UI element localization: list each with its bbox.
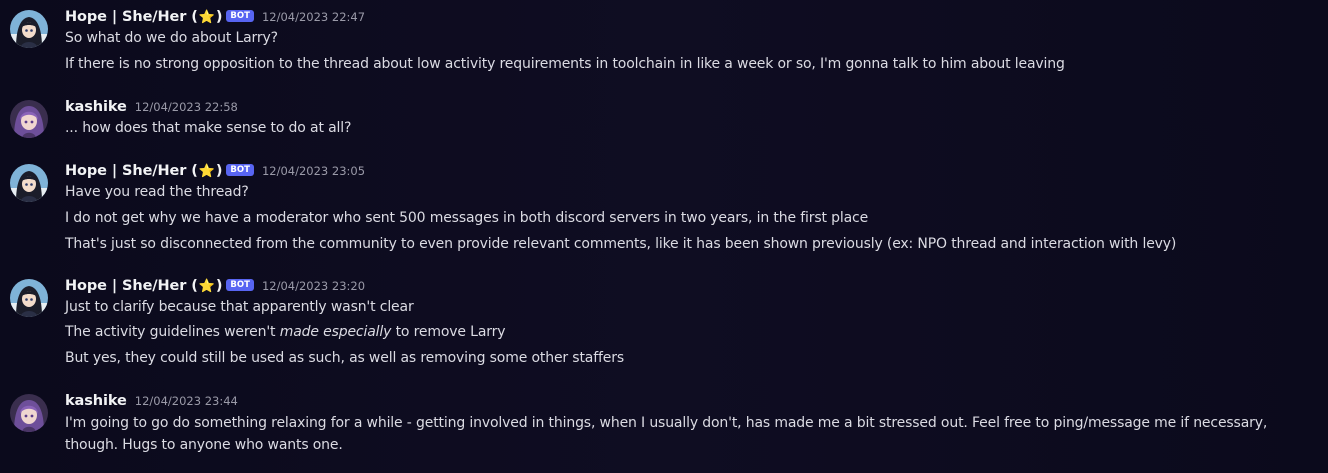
message-text: Have you read the thread? — [65, 184, 249, 200]
timestamp[interactable]: 12/04/2023 23:05 — [262, 164, 365, 178]
star-icon: ⭐ — [198, 279, 215, 294]
message-group: Hope | She/Her (⭐) BOT 12/04/2023 23:05 … — [0, 160, 1328, 256]
username[interactable]: Hope | She/Her (⭐) — [65, 163, 223, 179]
avatar[interactable] — [10, 394, 48, 432]
username[interactable]: Hope | She/Her (⭐) — [65, 9, 223, 25]
message-header: Hope | She/Her (⭐) BOT 12/04/2023 23:20 — [65, 275, 365, 297]
avatar[interactable] — [10, 10, 48, 48]
message-text: If there is no strong opposition to the … — [65, 56, 1065, 72]
username[interactable]: kashike — [65, 393, 127, 409]
username[interactable]: Hope | She/Her (⭐) — [65, 278, 223, 294]
bot-badge: BOT — [226, 10, 254, 22]
timestamp[interactable]: 12/04/2023 23:44 — [135, 394, 238, 408]
message-header: kashike 12/04/2023 23:44 — [65, 390, 238, 412]
bot-badge: BOT — [226, 279, 254, 291]
message-header: kashike 12/04/2023 22:58 — [65, 96, 238, 118]
message-text: But yes, they could still be used as suc… — [65, 350, 624, 366]
username[interactable]: kashike — [65, 99, 127, 115]
avatar[interactable] — [10, 164, 48, 202]
message-text: The activity guidelines weren't made esp… — [65, 324, 506, 340]
anime-girl-avatar-icon — [10, 10, 48, 48]
message-text: Just to clarify because that apparently … — [65, 299, 414, 315]
message-text: So what do we do about Larry? — [65, 30, 278, 46]
bot-badge: BOT — [226, 164, 254, 176]
message-header: Hope | She/Her (⭐) BOT 12/04/2023 22:47 — [65, 6, 365, 28]
purple-hair-avatar-icon — [10, 100, 48, 138]
star-icon: ⭐ — [198, 164, 215, 179]
message-text: I'm going to go do something relaxing fo… — [65, 415, 1268, 453]
message-list: Hope | She/Her (⭐) BOT 12/04/2023 22:47 … — [0, 0, 1328, 473]
purple-hair-avatar-icon — [10, 394, 48, 432]
message-text: That's just so disconnected from the com… — [65, 236, 1177, 252]
avatar[interactable] — [10, 279, 48, 317]
avatar[interactable] — [10, 100, 48, 138]
message-group: Hope | She/Her (⭐) BOT 12/04/2023 22:47 … — [0, 6, 1328, 76]
message-group: kashike 12/04/2023 22:58 ... how does th… — [0, 96, 1328, 140]
message-header: Hope | She/Her (⭐) BOT 12/04/2023 23:05 — [65, 160, 365, 182]
message-group: Hope | She/Her (⭐) BOT 12/04/2023 23:20 … — [0, 275, 1328, 371]
timestamp[interactable]: 12/04/2023 23:20 — [262, 279, 365, 293]
anime-girl-avatar-icon — [10, 164, 48, 202]
star-icon: ⭐ — [198, 10, 215, 25]
message-group: kashike 12/04/2023 23:44 I'm going to go… — [0, 390, 1328, 460]
message-text: I do not get why we have a moderator who… — [65, 210, 869, 226]
timestamp[interactable]: 12/04/2023 22:47 — [262, 10, 365, 24]
anime-girl-avatar-icon — [10, 279, 48, 317]
message-text: ... how does that make sense to do at al… — [65, 120, 352, 136]
emphasis-text: made especially — [279, 324, 392, 340]
timestamp[interactable]: 12/04/2023 22:58 — [135, 100, 238, 114]
